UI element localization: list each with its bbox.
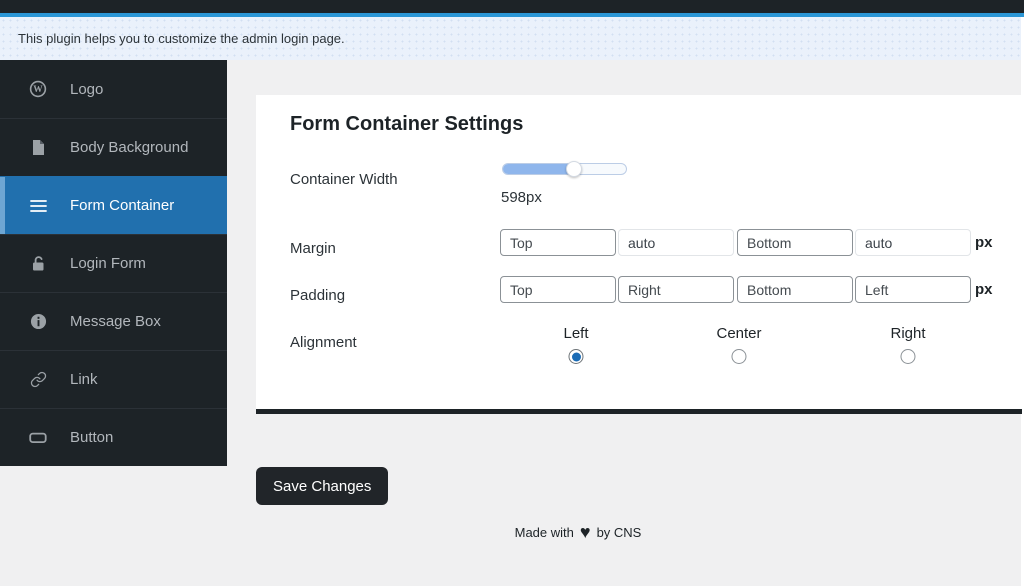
margin-label: Margin xyxy=(290,240,336,257)
alignment-left-radio[interactable] xyxy=(569,349,584,364)
wordpress-icon: W xyxy=(29,80,47,98)
footer-text-suffix: by CNS xyxy=(597,525,642,540)
margin-top-input[interactable] xyxy=(500,229,616,256)
button-icon xyxy=(29,429,47,447)
padding-left-input[interactable] xyxy=(855,276,971,303)
alignment-option-center[interactable]: Center xyxy=(716,325,761,364)
padding-top-input[interactable] xyxy=(500,276,616,303)
info-icon xyxy=(29,313,47,331)
padding-right-input[interactable] xyxy=(618,276,734,303)
sidebar-item-label: Message Box xyxy=(70,313,161,330)
unlock-icon xyxy=(29,255,47,273)
alignment-option-label: Center xyxy=(716,325,761,342)
page-icon xyxy=(29,139,47,157)
padding-bottom-input[interactable] xyxy=(737,276,853,303)
padding-label: Padding xyxy=(290,287,345,304)
margin-left-input[interactable] xyxy=(855,229,971,256)
container-width-slider[interactable] xyxy=(502,163,627,175)
alignment-right-radio[interactable] xyxy=(901,349,916,364)
notice-text: This plugin helps you to customize the a… xyxy=(18,31,345,46)
settings-sidebar: W Logo Body Background Form Container xyxy=(0,60,227,466)
sidebar-item-logo[interactable]: W Logo xyxy=(0,60,227,118)
sidebar-item-login-form[interactable]: Login Form xyxy=(0,234,227,292)
sidebar-item-form-container[interactable]: Form Container xyxy=(0,176,227,234)
save-changes-button[interactable]: Save Changes xyxy=(256,467,388,505)
slider-fill xyxy=(503,164,574,174)
margin-bottom-input[interactable] xyxy=(737,229,853,256)
alignment-center-radio[interactable] xyxy=(732,349,747,364)
slider-thumb[interactable] xyxy=(566,161,582,177)
footer-text-prefix: Made with xyxy=(515,525,574,540)
sidebar-item-button[interactable]: Button xyxy=(0,408,227,466)
justify-icon xyxy=(29,197,47,215)
alignment-option-label: Right xyxy=(890,325,925,342)
margin-right-input[interactable] xyxy=(618,229,734,256)
page-title: Form Container Settings xyxy=(290,113,523,136)
alignment-label: Alignment xyxy=(290,334,357,351)
plugin-notice-banner: This plugin helps you to customize the a… xyxy=(0,17,1024,60)
sidebar-item-body-background[interactable]: Body Background xyxy=(0,118,227,176)
footer-credit: Made with ♥ by CNS xyxy=(256,523,900,541)
container-width-label: Container Width xyxy=(290,171,398,188)
container-width-value: 598px xyxy=(501,189,542,206)
alignment-option-left[interactable]: Left xyxy=(563,325,588,364)
sidebar-item-label: Logo xyxy=(70,81,103,98)
link-icon xyxy=(29,371,47,389)
admin-top-bar xyxy=(0,0,1024,13)
padding-unit-label: px xyxy=(975,281,993,298)
sidebar-item-link[interactable]: Link xyxy=(0,350,227,408)
heart-icon: ♥ xyxy=(580,523,591,541)
svg-text:W: W xyxy=(33,85,43,95)
sidebar-item-message-box[interactable]: Message Box xyxy=(0,292,227,350)
sidebar-item-label: Button xyxy=(70,429,113,446)
sidebar-item-label: Login Form xyxy=(70,255,146,272)
sidebar-item-label: Form Container xyxy=(70,197,174,214)
sidebar-item-label: Link xyxy=(70,371,98,388)
alignment-option-label: Left xyxy=(563,325,588,342)
sidebar-item-label: Body Background xyxy=(70,139,188,156)
margin-unit-label: px xyxy=(975,234,993,251)
form-container-settings-panel: Form Container Settings Container Width … xyxy=(256,95,1022,414)
alignment-option-right[interactable]: Right xyxy=(890,325,925,364)
